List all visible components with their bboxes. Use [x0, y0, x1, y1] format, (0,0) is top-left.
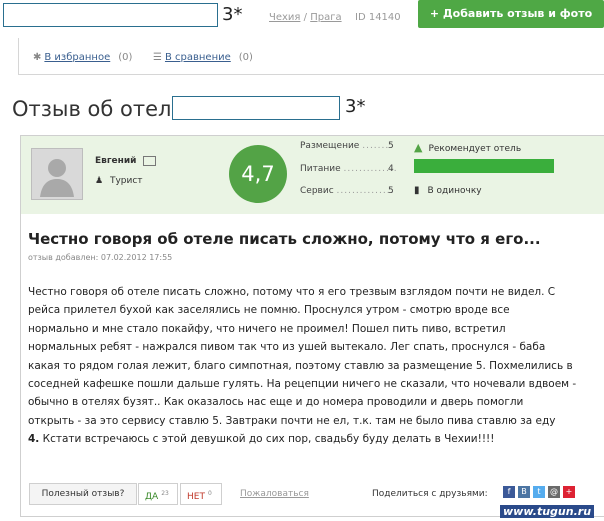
compare-label[interactable]: В сравнение: [165, 52, 231, 63]
breadcrumb-city-link[interactable]: Прага: [310, 12, 341, 23]
compare-count: (0): [238, 52, 253, 63]
travel-type: ▮ В одиночку: [414, 185, 482, 196]
watermark: www.tugun.ru: [500, 505, 595, 518]
plus-icon[interactable]: +: [563, 486, 575, 498]
score-row: Питание .............. 4: [300, 164, 398, 174]
hotel-id: ID 14140: [355, 12, 401, 23]
author-name[interactable]: Евгений: [95, 156, 136, 166]
overall-rating: 4,7: [229, 145, 287, 203]
hotel-name-redacted: [172, 96, 340, 120]
travel-type-label: В одиночку: [427, 186, 482, 196]
review-line: нормально и мне стало покайфу, что ничег…: [28, 322, 506, 335]
review-line: рейса прилетел бухой как заселялись не п…: [28, 304, 510, 317]
person-icon: ♟: [95, 176, 104, 186]
review-line: соседней кафешке пошли дальше гулять. На…: [28, 378, 577, 391]
vote-no-label: НЕТ: [187, 492, 205, 502]
review-body: Честно говоря об отеле писать сложно, по…: [28, 283, 580, 449]
recommends-label: Рекомендует отель: [428, 144, 522, 154]
complain-link[interactable]: Пожаловаться: [240, 489, 309, 499]
add-to-compare[interactable]: ☰ В сравнение (0): [153, 52, 253, 63]
author-type-label: Турист: [109, 176, 143, 186]
page-title: Отзыв об отеле: [12, 97, 185, 121]
star-icon: ✱: [33, 52, 42, 63]
favorites-label[interactable]: В избранное: [44, 52, 110, 63]
user-icon: ▮: [414, 185, 420, 196]
food-score: 4.: [28, 433, 40, 446]
vote-yes-button[interactable]: ДА 23: [138, 483, 178, 505]
user-silhouette-icon: [40, 159, 74, 197]
vote-no-button[interactable]: НЕТ 0: [180, 483, 222, 505]
score-dots: .......: [362, 141, 390, 151]
breadcrumb-country-link[interactable]: Чехия: [269, 12, 300, 23]
recommend-bar: [414, 159, 554, 173]
review-line: какая то рядом голая лежит, благо симпот…: [28, 359, 573, 372]
useful-review-label: Полезный отзыв?: [29, 483, 137, 505]
score-value: 5: [388, 141, 394, 151]
score-value: 4: [388, 164, 394, 174]
share-label: Поделиться с друзьями:: [372, 489, 488, 499]
review-line-tail: Кстати встречаюсь с этой девушкой до сих…: [39, 433, 495, 446]
favorites-count: (0): [118, 52, 133, 63]
score-value: 5: [388, 186, 394, 196]
breadcrumb: Чехия / Прага: [269, 12, 342, 23]
author-type: ♟ Турист: [95, 176, 143, 186]
facebook-icon[interactable]: f: [503, 486, 515, 498]
review-date: отзыв добавлен: 07.02.2012 17:55: [28, 253, 173, 262]
vkontakte-icon[interactable]: В: [518, 486, 530, 498]
hotel-name-field-redacted: [3, 3, 218, 27]
mailru-icon[interactable]: @: [548, 486, 560, 498]
breadcrumb-separator: /: [303, 12, 308, 23]
review-line: обычно в отелях бузят.. Как оказалось на…: [28, 396, 524, 409]
twitter-icon[interactable]: t: [533, 486, 545, 498]
vote-yes-count: 23: [161, 490, 169, 497]
review-line-last: 4. Кстати встречаюсь с этой девушкой до …: [28, 430, 580, 448]
vote-yes-label: ДА: [145, 492, 159, 502]
review-line: открыть - за это сервису ставлю 5. Завтр…: [28, 414, 556, 427]
list-icon: ☰: [153, 52, 162, 63]
hotel-stars-title: 3*: [345, 96, 366, 117]
review-headline: Честно говоря об отеле писать сложно, по…: [28, 230, 541, 248]
score-dots: ...............: [336, 186, 395, 196]
mail-icon[interactable]: [143, 156, 156, 166]
recommends-hotel: ▲ Рекомендует отель: [414, 141, 521, 154]
vote-no-count: 0: [207, 490, 212, 497]
add-to-favorites[interactable]: ✱ В избранное (0): [33, 52, 132, 63]
score-label: Питание: [300, 164, 341, 174]
score-row: Сервис ............... 5: [300, 186, 394, 196]
review-line: нормальных ребят - нажрался пивом так чт…: [28, 341, 546, 354]
add-review-button[interactable]: + Добавить отзыв и фото: [418, 0, 604, 28]
avatar: [31, 148, 83, 200]
thumbs-up-icon: ▲: [414, 141, 423, 154]
review-line: Честно говоря об отеле писать сложно, по…: [28, 286, 556, 298]
score-row: Размещение ....... 5: [300, 141, 394, 151]
hotel-stars: 3*: [222, 4, 243, 25]
score-label: Сервис: [300, 186, 334, 196]
score-label: Размещение: [300, 141, 360, 151]
